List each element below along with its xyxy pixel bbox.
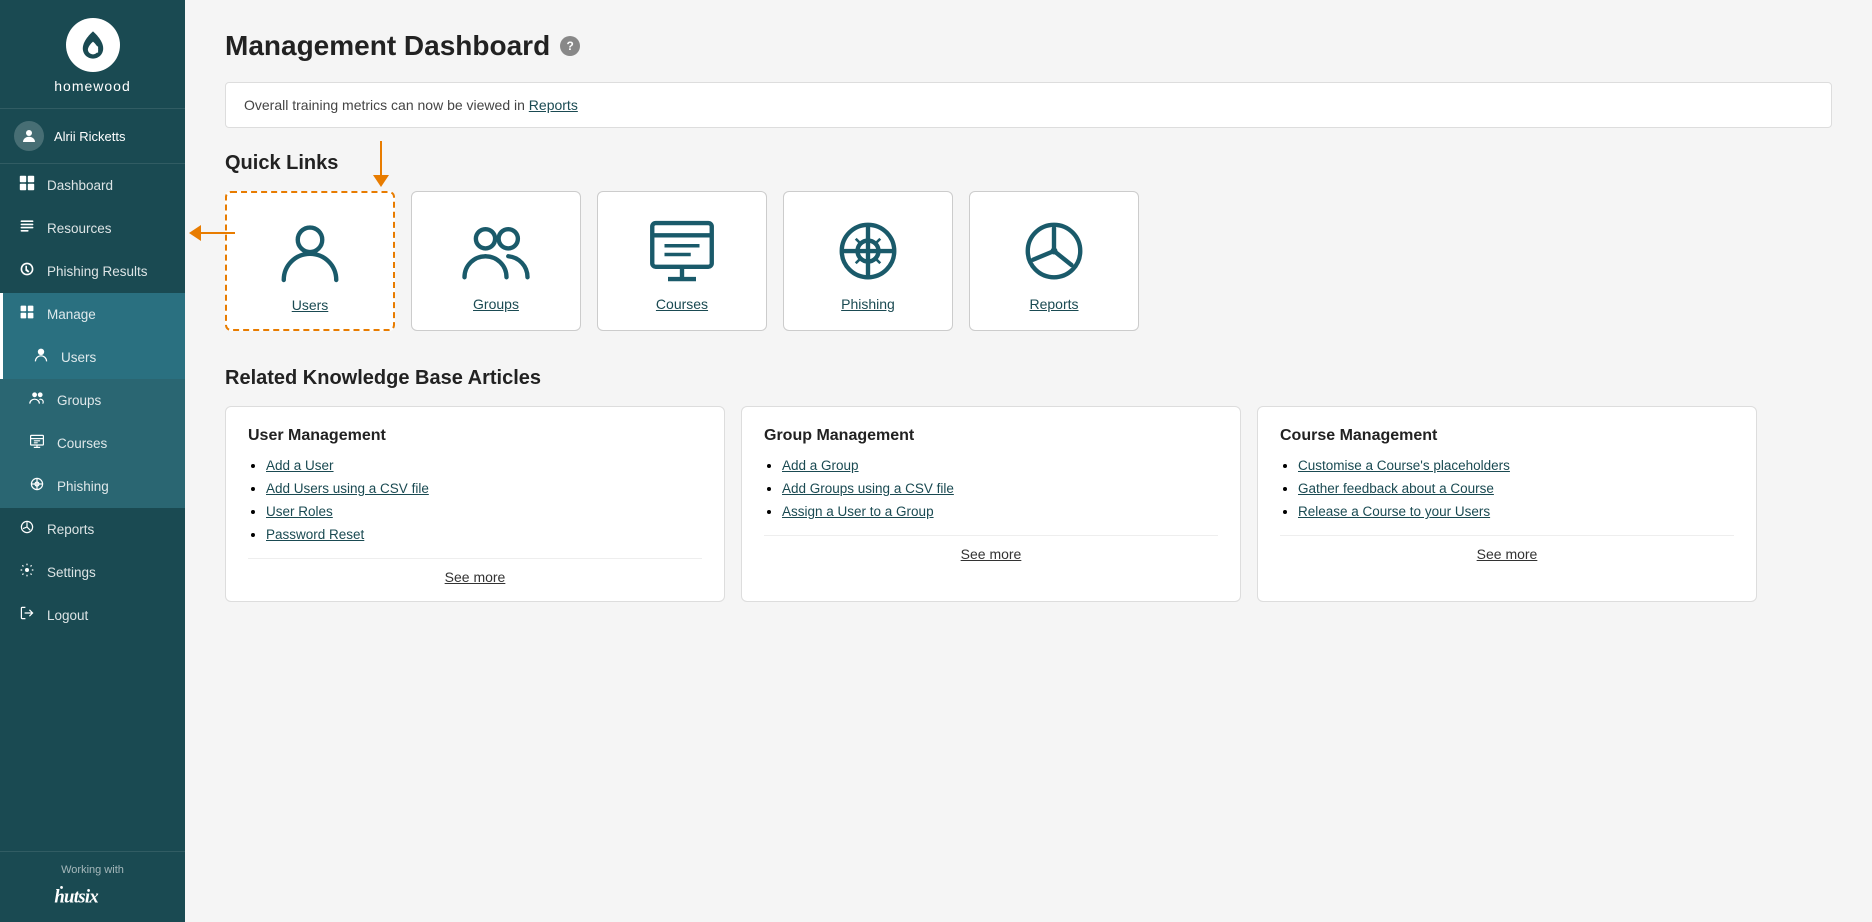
sidebar-item-users[interactable]: Users	[0, 336, 185, 379]
sidebar-item-resources[interactable]: Resources	[0, 207, 185, 250]
reports-quick-link-icon	[1019, 216, 1089, 286]
quick-link-courses-label: Courses	[656, 296, 708, 312]
sidebar-item-label-phishing: Phishing	[57, 479, 109, 494]
kb-card-course-links: Customise a Course's placeholders Gather…	[1280, 457, 1734, 521]
reports-icon	[17, 519, 37, 540]
sidebar-nav: Dashboard Resources Phishing Results Man…	[0, 164, 185, 851]
sidebar-item-label-phishing-results: Phishing Results	[47, 264, 148, 279]
kb-link-user-roles[interactable]: User Roles	[266, 504, 333, 519]
quick-links-grid: Users Groups Courses	[225, 191, 1832, 331]
kb-link-add-users-csv[interactable]: Add Users using a CSV file	[266, 481, 429, 496]
resources-icon	[17, 218, 37, 239]
sidebar-item-phishing[interactable]: Phishing	[0, 465, 185, 508]
sidebar-item-groups[interactable]: Groups	[0, 379, 185, 422]
logo-text: homewood	[54, 78, 131, 94]
phishing-quick-link-icon	[833, 216, 903, 286]
kb-link-assign-user-group[interactable]: Assign a User to a Group	[782, 504, 934, 519]
quick-link-users-label: Users	[292, 297, 329, 313]
settings-icon	[17, 562, 37, 583]
sidebar-item-label-logout: Logout	[47, 608, 88, 623]
courses-quick-link-icon	[647, 216, 717, 286]
reports-link[interactable]: Reports	[529, 97, 578, 113]
sidebar-item-dashboard[interactable]: Dashboard	[0, 164, 185, 207]
kb-card-user-title: User Management	[248, 427, 702, 445]
kb-card-group-title: Group Management	[764, 427, 1218, 445]
kb-card-group-links: Add a Group Add Groups using a CSV file …	[764, 457, 1218, 521]
sidebar-item-settings[interactable]: Settings	[0, 551, 185, 594]
courses-icon	[27, 433, 47, 454]
kb-see-more-users[interactable]: See more	[248, 558, 702, 585]
page-header: Management Dashboard ?	[225, 30, 1832, 62]
sidebar-item-phishing-results[interactable]: Phishing Results	[0, 250, 185, 293]
quick-link-reports-label: Reports	[1029, 296, 1078, 312]
kb-link-course-feedback[interactable]: Gather feedback about a Course	[1298, 481, 1494, 496]
quick-link-groups-label: Groups	[473, 296, 519, 312]
sidebar-item-manage[interactable]: Manage	[0, 293, 185, 336]
sidebar-item-label-courses: Courses	[57, 436, 107, 451]
kb-link-add-groups-csv[interactable]: Add Groups using a CSV file	[782, 481, 954, 496]
main-content: Management Dashboard ? Overall training …	[185, 0, 1872, 922]
info-banner-text: Overall training metrics can now be view…	[244, 97, 529, 113]
kb-card-user-links: Add a User Add Users using a CSV file Us…	[248, 457, 702, 544]
sidebar: homewood Alrii Ricketts Dashboard Resour…	[0, 0, 185, 922]
sidebar-bottom: Working with ḣutsix	[0, 851, 185, 922]
quick-link-reports[interactable]: Reports	[969, 191, 1139, 331]
kb-link-add-user[interactable]: Add a User	[266, 458, 334, 473]
avatar	[14, 121, 44, 151]
kb-grid: User Management Add a User Add Users usi…	[225, 406, 1832, 602]
users-icon	[31, 347, 51, 368]
sidebar-item-label-settings: Settings	[47, 565, 96, 580]
partner-logo: ḣutsix	[14, 882, 171, 910]
help-icon[interactable]: ?	[560, 36, 580, 56]
logout-icon	[17, 605, 37, 626]
phishing-icon	[27, 476, 47, 497]
sidebar-logo: homewood	[0, 0, 185, 109]
kb-card-group-management: Group Management Add a Group Add Groups …	[741, 406, 1241, 602]
phishing-results-icon	[17, 261, 37, 282]
user-quick-link-icon	[275, 217, 345, 287]
info-banner: Overall training metrics can now be view…	[225, 82, 1832, 128]
quick-link-phishing[interactable]: Phishing	[783, 191, 953, 331]
working-with-label: Working with	[14, 864, 171, 876]
groups-icon	[27, 390, 47, 411]
dashboard-icon	[17, 175, 37, 196]
kb-see-more-courses[interactable]: See more	[1280, 535, 1734, 562]
kb-card-user-management: User Management Add a User Add Users usi…	[225, 406, 725, 602]
kb-link-release-course[interactable]: Release a Course to your Users	[1298, 504, 1490, 519]
sidebar-item-courses[interactable]: Courses	[0, 422, 185, 465]
kb-link-password-reset[interactable]: Password Reset	[266, 527, 364, 542]
kb-card-course-title: Course Management	[1280, 427, 1734, 445]
quick-link-groups[interactable]: Groups	[411, 191, 581, 331]
page-title: Management Dashboard	[225, 30, 550, 62]
logo-icon	[66, 18, 120, 72]
kb-link-add-group[interactable]: Add a Group	[782, 458, 859, 473]
sidebar-item-reports[interactable]: Reports	[0, 508, 185, 551]
quick-link-courses[interactable]: Courses	[597, 191, 767, 331]
sidebar-item-label-dashboard: Dashboard	[47, 178, 113, 193]
svg-text:ḣutsix: ḣutsix	[54, 886, 98, 908]
sidebar-item-label-resources: Resources	[47, 221, 112, 236]
sidebar-item-logout[interactable]: Logout	[0, 594, 185, 637]
sidebar-item-label-manage: Manage	[47, 307, 96, 322]
groups-quick-link-icon	[461, 216, 531, 286]
quick-link-users[interactable]: Users	[225, 191, 395, 331]
sidebar-user[interactable]: Alrii Ricketts	[0, 109, 185, 164]
user-name: Alrii Ricketts	[54, 129, 126, 144]
sidebar-item-label-reports: Reports	[47, 522, 94, 537]
quick-link-phishing-label: Phishing	[841, 296, 895, 312]
sidebar-item-label-groups: Groups	[57, 393, 101, 408]
sidebar-item-label-users: Users	[61, 350, 96, 365]
kb-link-course-placeholders[interactable]: Customise a Course's placeholders	[1298, 458, 1510, 473]
kb-see-more-groups[interactable]: See more	[764, 535, 1218, 562]
quick-links-title: Quick Links	[225, 152, 1832, 175]
kb-card-course-management: Course Management Customise a Course's p…	[1257, 406, 1757, 602]
kb-section-title: Related Knowledge Base Articles	[225, 367, 1832, 390]
manage-icon	[17, 304, 37, 325]
